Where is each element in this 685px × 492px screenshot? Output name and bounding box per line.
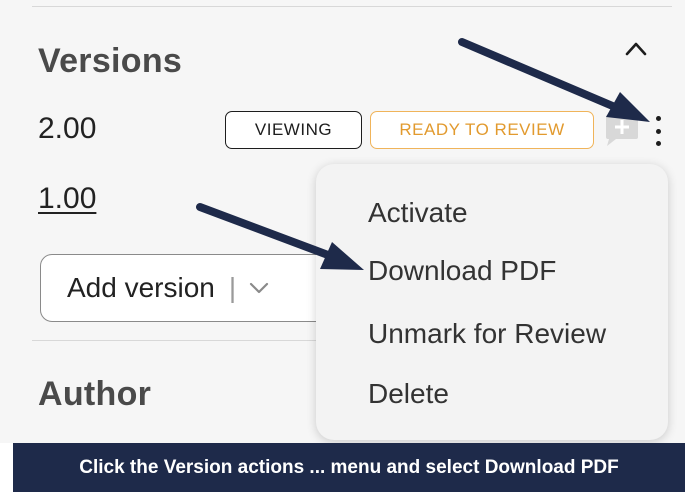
section-divider [32,340,322,341]
versions-heading: Versions [38,42,183,80]
viewing-badge: VIEWING [225,111,362,149]
menu-item-unmark-for-review[interactable]: Unmark for Review [368,318,606,350]
version-actions-kebab-icon[interactable] [650,116,666,146]
version-actions-menu: Activate Download PDF Unmark for Review … [316,164,668,440]
version-2-label: 2.00 [38,112,97,145]
version-1-link[interactable]: 1.00 [38,182,96,216]
versions-panel: Versions 2.00 VIEWING READY TO REVIEW 1.… [0,0,685,443]
chevron-down-icon[interactable] [248,281,270,295]
comment-add-icon[interactable] [604,113,640,147]
add-version-label: Add version [67,272,215,303]
top-divider [32,6,672,7]
menu-item-activate[interactable]: Activate [368,197,468,229]
ready-to-review-badge[interactable]: READY TO REVIEW [370,111,594,149]
author-heading: Author [38,375,152,413]
menu-item-download-pdf[interactable]: Download PDF [368,255,556,287]
instruction-banner: Click the Version actions ... menu and s… [13,443,685,492]
add-version-button[interactable]: Add version | [40,254,340,322]
menu-item-delete[interactable]: Delete [368,378,449,410]
chevron-up-icon[interactable] [624,38,648,58]
add-version-separator: | [228,272,237,303]
